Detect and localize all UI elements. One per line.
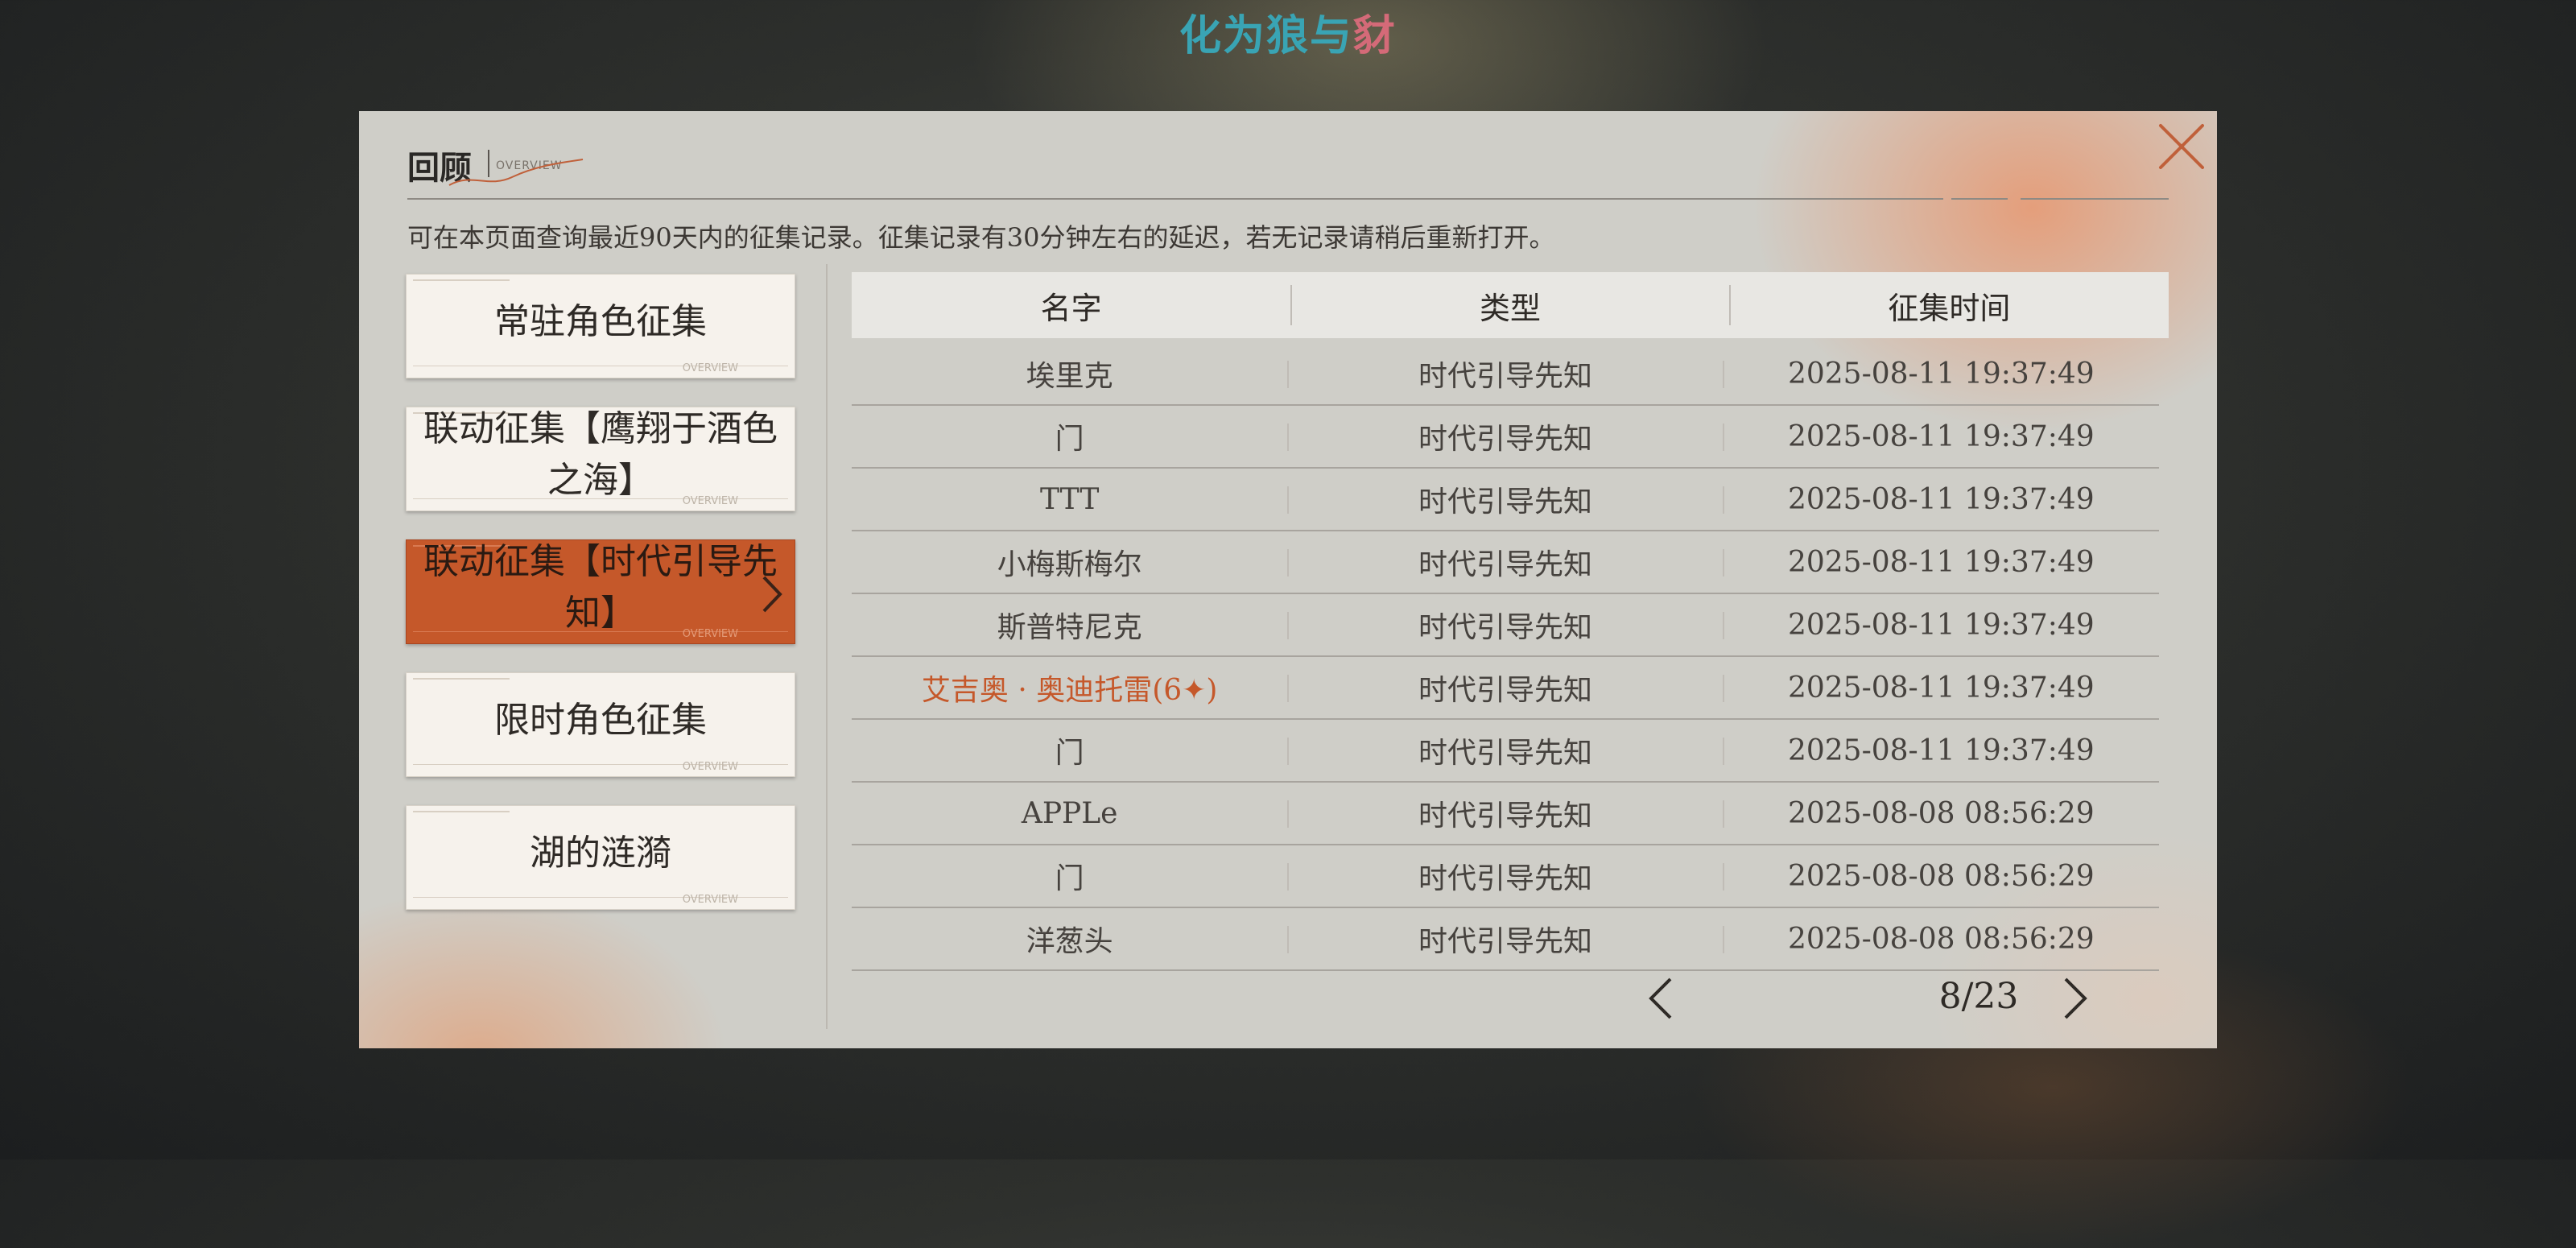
cell-name: 埃里克 [1026, 360, 1113, 393]
cell-time: 2025-08-11 19:37:49 [1787, 671, 2095, 705]
column-divider [1723, 926, 1724, 953]
card-deco-text: OVERVIEW [682, 362, 738, 374]
column-divider [1723, 486, 1724, 514]
cell-name: 门 [1055, 737, 1084, 770]
header-type: 类型 [1479, 290, 1541, 326]
cell-time: 2025-08-11 19:37:49 [1787, 357, 2095, 391]
category-label: 常驻角色征集 [494, 301, 707, 342]
notice-text: 可在本页面查询最近90天内的征集记录。征集记录有30分钟左右的延迟，若无记录请稍… [407, 222, 1555, 253]
cell-name: TTT [1039, 482, 1100, 516]
cell-time: 2025-08-11 19:37:49 [1787, 545, 2095, 579]
category-label: 联动征集【时代引导先知】 [423, 541, 778, 634]
cell-time: 2025-08-11 19:37:49 [1787, 608, 2095, 642]
category-list: 常驻角色征集 OVERVIEW 联动征集【鹰翔于酒色之海】 OVERVIEW 联… [406, 274, 799, 938]
cell-time: 2025-08-08 08:56:29 [1787, 859, 2095, 893]
column-divider [1723, 361, 1724, 388]
cell-type: 时代引导先知 [1418, 486, 1592, 519]
card-deco-text: OVERVIEW [682, 761, 738, 773]
table-row: 斯普特尼克 时代引导先知 2025-08-11 19:37:49 [852, 594, 2159, 657]
cell-type: 时代引导先知 [1418, 862, 1592, 895]
column-divider [1287, 675, 1289, 702]
table-row: 门 时代引导先知 2025-08-08 08:56:29 [852, 845, 2159, 908]
cell-type: 时代引导先知 [1418, 800, 1592, 833]
table-row: 洋葱头 时代引导先知 2025-08-08 08:56:29 [852, 908, 2159, 971]
column-divider [1723, 675, 1724, 702]
cell-name: APPLe [1021, 796, 1118, 830]
title-underline [2021, 198, 2169, 200]
close-button[interactable] [2153, 118, 2211, 176]
cell-name: 艾吉奥 · 奥迪托雷(6✦) [921, 674, 1218, 707]
cell-time: 2025-08-08 08:56:29 [1787, 796, 2095, 830]
table-row: 艾吉奥 · 奥迪托雷(6✦) 时代引导先知 2025-08-11 19:37:49 [852, 657, 2159, 720]
column-divider [1287, 549, 1289, 576]
cell-type: 时代引导先知 [1418, 737, 1592, 770]
column-divider [1723, 424, 1724, 451]
column-divider [1287, 612, 1289, 639]
record-table: 名字 类型 征集时间 埃里克 时代引导先知 2025-08-11 19:37:49 门… [852, 272, 2169, 971]
table-row: 小梅斯梅尔 时代引导先知 2025-08-11 19:37:49 [852, 531, 2159, 594]
column-divider [1287, 800, 1289, 828]
cell-time: 2025-08-11 19:37:49 [1787, 734, 2095, 767]
category-card[interactable]: 联动征集【鹰翔于酒色之海】 OVERVIEW [406, 407, 795, 511]
cell-name: 门 [1055, 423, 1084, 456]
table-body: 埃里克 时代引导先知 2025-08-11 19:37:49 门时代引导先知 2025-… [852, 343, 2169, 971]
cell-type: 时代引导先知 [1418, 611, 1592, 644]
cell-time: 2025-08-11 19:37:49 [1787, 419, 2095, 453]
table-row: TTT 时代引导先知 2025-08-11 19:37:49 [852, 469, 2159, 531]
swoosh-decoration [448, 159, 584, 186]
cell-type: 时代引导先知 [1418, 548, 1592, 581]
column-divider [1287, 424, 1289, 451]
logo-text: 化为狼与 [1179, 12, 1353, 60]
pagination: 8/23 [852, 966, 2169, 1029]
category-card[interactable]: 湖的涟漪 OVERVIEW [406, 805, 795, 910]
column-divider [1723, 863, 1724, 891]
chevron-left-icon[interactable] [1645, 976, 1677, 1021]
page-indicator: 8/23 [1938, 976, 2019, 1017]
column-divider [1287, 738, 1289, 765]
cell-name: 斯普特尼克 [997, 611, 1142, 644]
card-deco-text: OVERVIEW [682, 495, 738, 507]
cell-name: 洋葱头 [1026, 925, 1113, 958]
column-divider [1723, 738, 1724, 765]
card-deco-text: OVERVIEW [682, 894, 738, 906]
cell-type: 时代引导先知 [1418, 423, 1592, 456]
table-row: 埃里克 时代引导先知 2025-08-11 19:37:49 [852, 343, 2159, 406]
cell-type: 时代引导先知 [1418, 674, 1592, 707]
column-divider [1287, 926, 1289, 953]
category-card[interactable]: 常驻角色征集 OVERVIEW [406, 274, 795, 378]
card-deco-text: OVERVIEW [682, 628, 738, 640]
column-divider [1287, 863, 1289, 891]
header-time: 征集时间 [1888, 290, 2011, 326]
category-card[interactable]: 限时角色征集 OVERVIEW [406, 672, 795, 777]
close-icon [2159, 124, 2204, 169]
category-label: 联动征集【鹰翔于酒色之海】 [423, 408, 778, 501]
column-divider [1287, 361, 1289, 388]
table-row: 门 时代引导先知 2025-08-11 19:37:49 [852, 720, 2159, 783]
cell-name: 门 [1055, 862, 1084, 895]
chevron-right-icon [762, 576, 782, 613]
column-divider [1287, 486, 1289, 514]
cell-time: 2025-08-11 19:37:49 [1787, 482, 2095, 516]
category-card-selected[interactable]: 联动征集【时代引导先知】 OVERVIEW [406, 539, 795, 644]
cell-type: 时代引导先知 [1418, 360, 1592, 393]
category-label: 限时角色征集 [494, 700, 707, 741]
chevron-right-icon[interactable] [2059, 976, 2091, 1021]
panel-divider [826, 264, 828, 1029]
category-label: 湖的涟漪 [530, 833, 671, 874]
table-row: 门 时代引导先知 2025-08-11 19:37:49 [852, 406, 2159, 469]
column-divider [1723, 549, 1724, 576]
cell-type: 时代引导先知 [1418, 925, 1592, 958]
table-header: 名字 类型 征集时间 [852, 272, 2169, 338]
column-divider [1723, 612, 1724, 639]
overview-dialog: 回顾 OVERVIEW 可在本页面查询最近90天内的征集记录。征集记录有30分钟… [359, 111, 2217, 1048]
title-underline [1951, 198, 2008, 200]
table-row: APPLe 时代引导先知 2025-08-08 08:56:29 [852, 783, 2159, 845]
header-name: 名字 [1040, 290, 1102, 326]
game-logo: 化为狼与豺 [0, 2, 2576, 62]
logo-text-accent: 豺 [1353, 12, 1397, 60]
cell-time: 2025-08-08 08:56:29 [1787, 922, 2095, 956]
column-divider [1723, 800, 1724, 828]
cell-name: 小梅斯梅尔 [997, 548, 1142, 581]
title-underline [407, 198, 1943, 200]
